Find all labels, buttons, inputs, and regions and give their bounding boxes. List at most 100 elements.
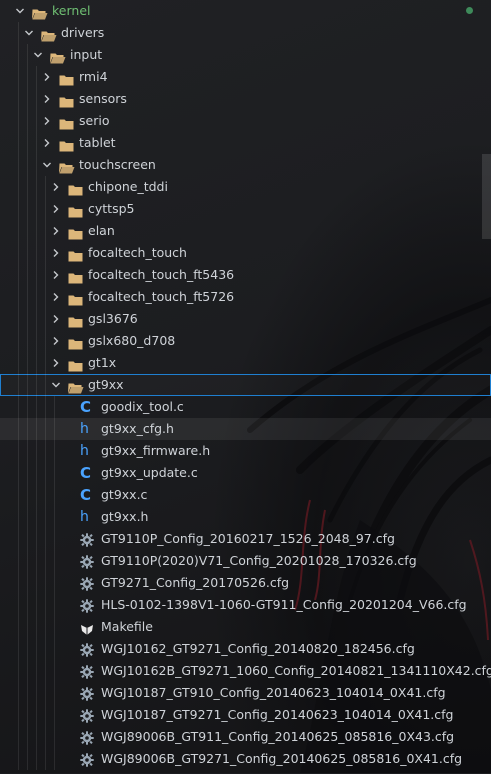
tree-folder-row[interactable]: kernel (0, 0, 491, 22)
indent-guide (45, 374, 46, 396)
tree-item-label: gt9xx.h (101, 509, 149, 524)
indent-guide (27, 484, 28, 506)
chevron-right-icon[interactable] (39, 66, 55, 88)
indent-guide (18, 572, 19, 594)
indent-guide (36, 308, 37, 330)
indent-guide (45, 506, 46, 528)
indent-guide (36, 198, 37, 220)
chevron-right-icon[interactable] (48, 264, 64, 286)
indent-guide (36, 506, 37, 528)
indent-guide (36, 484, 37, 506)
indent-guide (18, 176, 19, 198)
tree-file-row[interactable]: Makefile (0, 616, 491, 638)
indent-guide (36, 154, 37, 176)
indent-guide (18, 110, 19, 132)
tree-folder-row[interactable]: cyttsp5 (0, 198, 491, 220)
tree-folder-row[interactable]: elan (0, 220, 491, 242)
indent-guide (54, 528, 55, 550)
indent-guide (45, 550, 46, 572)
tree-file-row[interactable]: WGJ89006B_GT9271_Config_20140625_085816_… (0, 748, 491, 770)
chevron-right-icon[interactable] (39, 110, 55, 132)
indent-guide (36, 594, 37, 616)
tree-file-row[interactable]: WGJ89006B_GT911_Config_20140625_085816_0… (0, 726, 491, 748)
chevron-right-icon[interactable] (39, 88, 55, 110)
indent-guide (27, 682, 28, 704)
tree-file-row[interactable]: h gt9xx_cfg.h (0, 418, 491, 440)
indent-guide (18, 352, 19, 374)
indent-guide (45, 286, 46, 308)
tree-file-row[interactable]: Cgt9xx_update.c (0, 462, 491, 484)
chevron-right-icon[interactable] (48, 330, 64, 352)
indent-guide (27, 704, 28, 726)
chevron-down-icon[interactable] (39, 154, 55, 176)
indent-guide (54, 550, 55, 572)
tree-file-row[interactable]: GT9271_Config_20170526.cfg (0, 572, 491, 594)
tree-folder-row[interactable]: focaltech_touch_ft5726 (0, 286, 491, 308)
indent-guide (18, 242, 19, 264)
chevron-right-icon[interactable] (39, 132, 55, 154)
chevron-right-icon[interactable] (48, 198, 64, 220)
tree-item-label: focaltech_touch (88, 245, 187, 260)
tree-folder-row[interactable]: serio (0, 110, 491, 132)
indent-guide (45, 330, 46, 352)
indent-guide (18, 616, 19, 638)
indent-guide (18, 638, 19, 660)
indent-guide (18, 440, 19, 462)
chevron-down-icon[interactable] (12, 0, 28, 22)
indent-guide (27, 550, 28, 572)
tree-folder-row[interactable]: input (0, 44, 491, 66)
tree-file-row[interactable]: WGJ10162B_GT9271_1060_Config_20140821_13… (0, 660, 491, 682)
indent-guide (36, 660, 37, 682)
tree-folder-row[interactable]: gslx680_d708 (0, 330, 491, 352)
chevron-right-icon[interactable] (48, 352, 64, 374)
indent-guide (36, 132, 37, 154)
chevron-down-icon[interactable] (30, 44, 46, 66)
tree-file-row[interactable]: Cgt9xx.c (0, 484, 491, 506)
chevron-down-icon[interactable] (48, 374, 64, 396)
tree-item-label: focaltech_touch_ft5436 (88, 267, 235, 282)
header-file-icon: h (80, 421, 89, 437)
tree-folder-row[interactable]: tablet (0, 132, 491, 154)
indent-guide (27, 440, 28, 462)
chevron-down-icon[interactable] (21, 22, 37, 44)
chevron-right-icon[interactable] (48, 308, 64, 330)
indent-guide (54, 418, 55, 440)
tree-folder-row[interactable]: touchscreen (0, 154, 491, 176)
indent-guide (45, 528, 46, 550)
scrollbar-thumb[interactable] (482, 154, 491, 239)
indent-guide (36, 726, 37, 748)
indent-guide (18, 308, 19, 330)
indent-guide (36, 286, 37, 308)
tree-folder-row[interactable]: gt1x (0, 352, 491, 374)
indent-guide (18, 660, 19, 682)
tree-folder-row[interactable]: drivers (0, 22, 491, 44)
tree-item-label: Makefile (101, 619, 153, 634)
chevron-right-icon[interactable] (48, 242, 64, 264)
indent-guide (27, 242, 28, 264)
tree-folder-row[interactable]: focaltech_touch_ft5436 (0, 264, 491, 286)
tree-folder-row[interactable]: sensors (0, 88, 491, 110)
tree-file-row[interactable]: h gt9xx.h (0, 506, 491, 528)
tree-folder-row[interactable]: gsl3676 (0, 308, 491, 330)
tree-file-row[interactable]: WGJ10187_GT9271_Config_20140623_104014_0… (0, 704, 491, 726)
tree-file-row[interactable]: Cgoodix_tool.c (0, 396, 491, 418)
tree-file-row[interactable]: WGJ10162_GT9271_Config_20140820_182456.c… (0, 638, 491, 660)
tree-folder-row[interactable]: gt9xx (0, 374, 491, 396)
indent-guide (18, 198, 19, 220)
chevron-right-icon[interactable] (48, 176, 64, 198)
indent-guide (27, 748, 28, 770)
chevron-right-icon[interactable] (48, 286, 64, 308)
tree-folder-row[interactable]: rmi4 (0, 66, 491, 88)
tree-file-row[interactable]: WGJ10187_GT910_Config_20140623_104014_0X… (0, 682, 491, 704)
tree-file-row[interactable]: h gt9xx_firmware.h (0, 440, 491, 462)
tree-folder-row[interactable]: focaltech_touch (0, 242, 491, 264)
indent-guide (27, 154, 28, 176)
tree-folder-row[interactable]: chipone_tddi (0, 176, 491, 198)
indent-guide (27, 660, 28, 682)
chevron-right-icon[interactable] (48, 220, 64, 242)
indent-guide (18, 748, 19, 770)
indent-guide (45, 242, 46, 264)
tree-file-row[interactable]: HLS-0102-1398V1-1060-GT911_Config_202012… (0, 594, 491, 616)
tree-file-row[interactable]: GT9110P_Config_20160217_1526_2048_97.cfg (0, 528, 491, 550)
tree-file-row[interactable]: GT9110P(2020)V71_Config_20201028_170326.… (0, 550, 491, 572)
